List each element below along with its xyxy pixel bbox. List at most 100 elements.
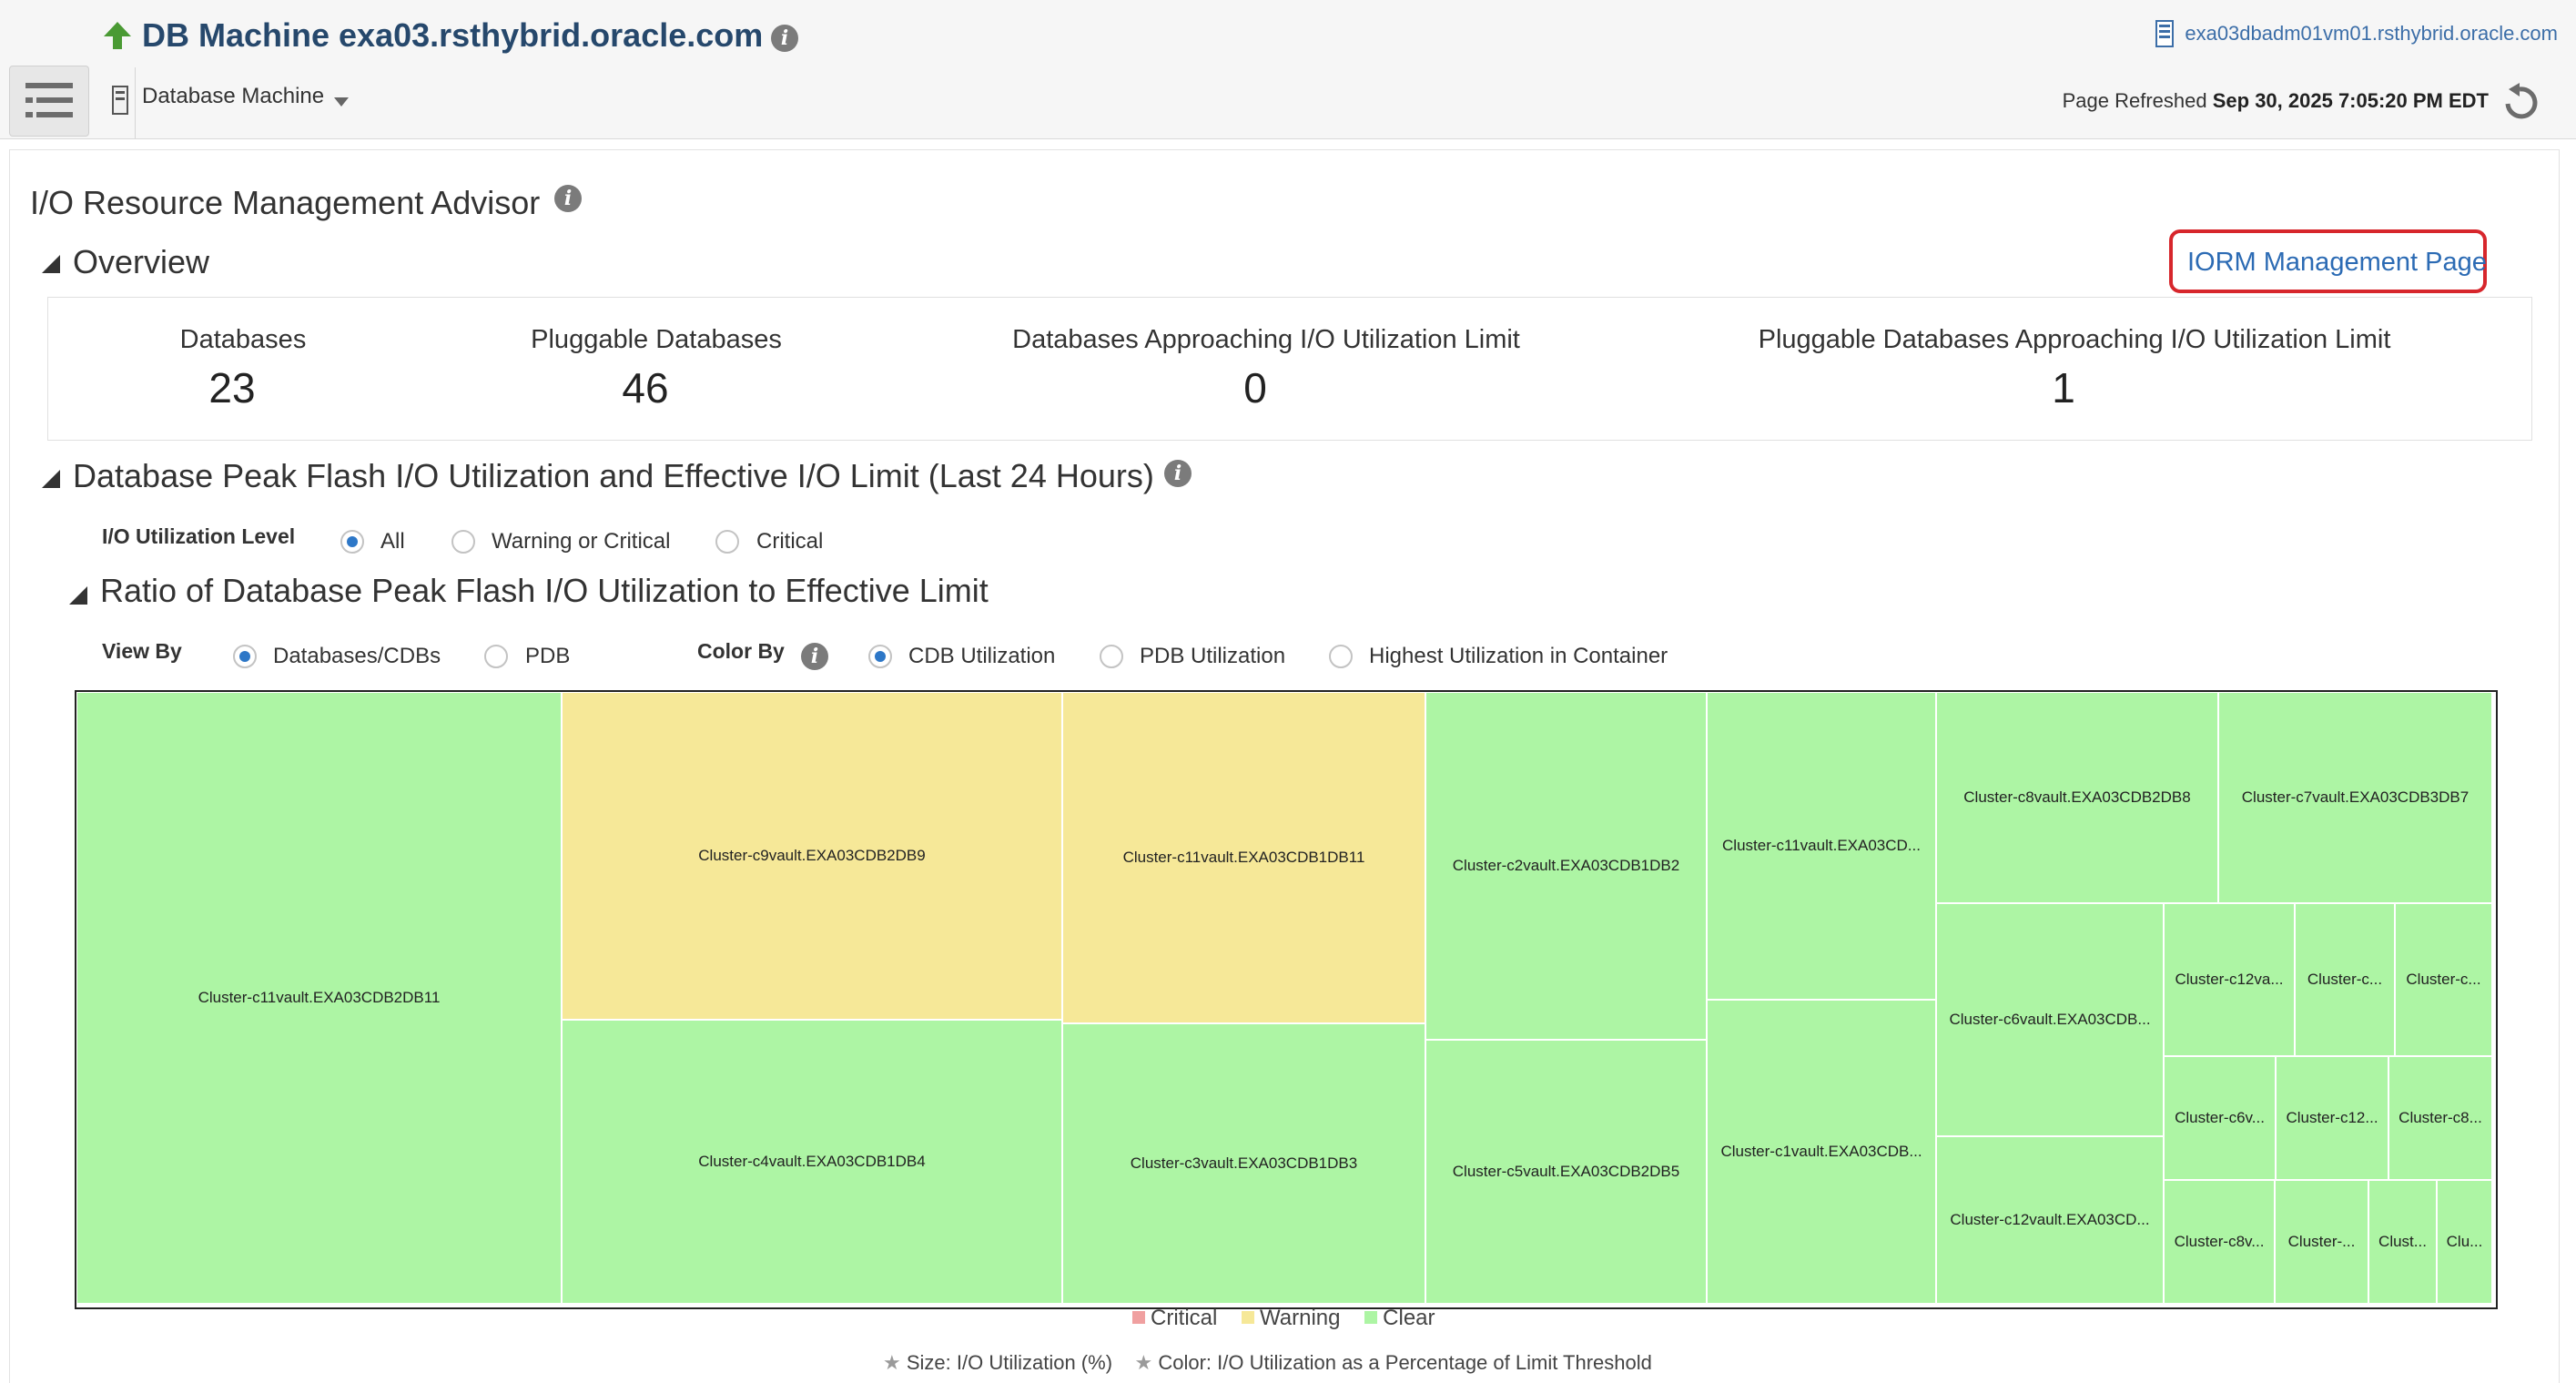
page-refreshed-status: Page Refreshed Sep 30, 2025 7:05:20 PM E… <box>2063 89 2489 113</box>
stat-value-databases: 23 <box>208 364 256 412</box>
treemap-cell[interactable]: Cluster-c12... <box>2276 1056 2388 1180</box>
legend-item-warning: Warning <box>1242 1306 1341 1330</box>
treemap-cell-label: Cluster-c6vault.EXA03CDB... <box>1949 1011 2151 1028</box>
treemap-cell[interactable]: Cluster-c11vault.EXA03CD... <box>1707 692 1936 1000</box>
overview-heading[interactable]: Overview <box>73 243 209 281</box>
stat-label-databases-approaching: Databases Approaching I/O Utilization Li… <box>1012 325 1520 354</box>
treemap-cell-label: Cluster-c11vault.EXA03CDB1DB11 <box>1122 849 1365 866</box>
iorm-management-link[interactable]: IORM Management Page <box>2169 229 2487 293</box>
treemap-cell-label: Cluster-c12va... <box>2175 971 2284 988</box>
color-by-label: Color By <box>697 639 785 663</box>
treemap-cell[interactable]: Cluster-... <box>2275 1180 2368 1304</box>
radio-level-warning-or-critical[interactable] <box>451 530 475 554</box>
treemap-cell-label: Cluster-... <box>2287 1233 2356 1250</box>
treemap-cell-label: Cluster-c11vault.EXA03CDB2DB11 <box>198 989 441 1006</box>
treemap-cell-label: Cluster-c8v... <box>2174 1233 2265 1250</box>
ratio-section-collapse-icon[interactable] <box>69 586 87 605</box>
radio-level-all[interactable] <box>340 530 364 554</box>
treemap-cell-label: Clust... <box>2378 1233 2427 1250</box>
treemap-cell[interactable]: Cluster-c2vault.EXA03CDB1DB2 <box>1425 692 1707 1040</box>
server-icon <box>112 86 128 115</box>
treemap-cell[interactable]: Cluster-c5vault.EXA03CDB2DB5 <box>1425 1040 1707 1304</box>
treemap-cell[interactable]: Cluster-c1vault.EXA03CDB... <box>1707 1000 1936 1304</box>
treemap-cell-label: Cluster-c9vault.EXA03CDB2DB9 <box>698 847 926 864</box>
radio-view-databases-cdbs[interactable] <box>233 645 257 668</box>
stat-label-pdbs-approaching: Pluggable Databases Approaching I/O Util… <box>1758 325 2391 354</box>
treemap-cell[interactable]: Cluster-c12va... <box>2164 903 2295 1056</box>
treemap-cell[interactable]: Cluster-c7vault.EXA03CDB3DB7 <box>2218 692 2492 903</box>
chevron-down-icon <box>334 97 349 107</box>
radio-level-critical-label[interactable]: Critical <box>756 529 823 554</box>
stat-label-databases: Databases <box>179 325 307 354</box>
legend-swatch-clear <box>1364 1311 1378 1324</box>
radio-color-pdb-utilization[interactable] <box>1100 645 1123 668</box>
treemap-cell[interactable]: Cluster-c8vault.EXA03CDB2DB8 <box>1936 692 2218 903</box>
treemap-cell[interactable]: Cluster-c... <box>2295 903 2395 1056</box>
view-by-label: View By <box>102 639 182 663</box>
info-icon[interactable]: i <box>771 25 798 52</box>
legend-item-critical: Critical <box>1132 1306 1217 1330</box>
server-icon <box>2155 20 2174 47</box>
stat-label-pluggable-databases: Pluggable Databases <box>531 325 782 354</box>
overview-collapse-icon[interactable] <box>42 255 60 273</box>
stat-value-pdbs-approaching: 1 <box>2052 364 2075 412</box>
status-up-icon <box>104 22 131 49</box>
refresh-icon[interactable] <box>2500 82 2545 122</box>
treemap-cell[interactable]: Cluster-c8v... <box>2164 1180 2275 1304</box>
stat-value-pluggable-databases: 46 <box>622 364 669 412</box>
radio-level-warning-or-critical-label[interactable]: Warning or Critical <box>492 529 671 554</box>
treemap-cell[interactable]: Clust... <box>2368 1180 2437 1304</box>
radio-color-cdb-utilization[interactable] <box>868 645 892 668</box>
radio-view-pdb[interactable] <box>484 645 508 668</box>
navigation-toggle-button[interactable] <box>9 66 89 137</box>
info-icon[interactable]: i <box>554 185 582 212</box>
info-icon[interactable]: i <box>1164 460 1192 487</box>
legend-label-critical: Critical <box>1151 1306 1218 1330</box>
radio-color-highest-utilization[interactable] <box>1329 645 1353 668</box>
peak-section-heading[interactable]: Database Peak Flash I/O Utilization and … <box>73 457 1154 495</box>
treemap-cell[interactable]: Cluster-c6vault.EXA03CDB... <box>1936 903 2164 1136</box>
radio-view-databases-cdbs-label[interactable]: Databases/CDBs <box>273 644 441 669</box>
star-icon: ★ <box>1134 1351 1153 1374</box>
host-link[interactable]: exa03dbadm01vm01.rsthybrid.oracle.com <box>2185 22 2558 46</box>
radio-color-highest-utilization-label[interactable]: Highest Utilization in Container <box>1369 644 1668 669</box>
treemap-cell-label: Cluster-c8... <box>2399 1109 2482 1126</box>
treemap-cell[interactable]: Cluster-c9vault.EXA03CDB2DB9 <box>562 692 1062 1020</box>
peak-section-collapse-icon[interactable] <box>42 470 60 488</box>
io-utilization-level-label: I/O Utilization Level <box>102 524 296 548</box>
treemap-cell[interactable]: Cluster-c4vault.EXA03CDB1DB4 <box>562 1020 1062 1304</box>
radio-view-pdb-label[interactable]: PDB <box>525 644 570 669</box>
treemap-cell-label: Cluster-c... <box>2406 971 2481 988</box>
refresh-time: Sep 30, 2025 7:05:20 PM EDT <box>2212 89 2489 112</box>
treemap-cell-label: Clu... <box>2446 1233 2483 1250</box>
treemap-legend: Critical Warning Clear <box>1132 1306 1454 1337</box>
treemap-cell[interactable]: Cluster-c8... <box>2388 1056 2492 1180</box>
treemap-cell-label: Cluster-c... <box>2307 971 2383 988</box>
info-icon[interactable]: i <box>801 643 828 670</box>
treemap-cell[interactable]: Cluster-c6v... <box>2164 1056 2276 1180</box>
treemap-cell-label: Cluster-c11vault.EXA03CD... <box>1722 837 1921 854</box>
treemap-cell[interactable]: Cluster-c3vault.EXA03CDB1DB3 <box>1062 1023 1425 1304</box>
treemap-cell-label: Cluster-c8vault.EXA03CDB2DB8 <box>1963 788 2191 806</box>
treemap-chart: Cluster-c11vault.EXA03CDB2DB11 Cluster-c… <box>75 690 2498 1309</box>
legend-swatch-critical <box>1132 1311 1145 1324</box>
treemap-cell-label: Cluster-c4vault.EXA03CDB1DB4 <box>698 1153 926 1170</box>
target-menu-label: Database Machine <box>142 84 325 108</box>
legend-item-clear: Clear <box>1364 1306 1435 1330</box>
radio-level-all-label[interactable]: All <box>380 529 405 554</box>
legend-label-warning: Warning <box>1260 1306 1341 1330</box>
radio-color-pdb-utilization-label[interactable]: PDB Utilization <box>1140 644 1285 669</box>
target-menu-database-machine[interactable]: Database Machine <box>98 67 349 138</box>
treemap-cell[interactable]: Cluster-c11vault.EXA03CDB1DB11 <box>1062 692 1425 1023</box>
treemap-cell-label: Cluster-c3vault.EXA03CDB1DB3 <box>1130 1154 1358 1172</box>
treemap-cell-label: Cluster-c5vault.EXA03CDB2DB5 <box>1452 1163 1680 1180</box>
treemap-cell[interactable]: Cluster-c11vault.EXA03CDB2DB11 <box>76 692 562 1304</box>
radio-color-cdb-utilization-label[interactable]: CDB Utilization <box>908 644 1055 669</box>
treemap-cell-label: Cluster-c6v... <box>2175 1109 2265 1126</box>
stat-value-databases-approaching: 0 <box>1243 364 1267 412</box>
radio-level-critical[interactable] <box>715 530 739 554</box>
treemap-cell[interactable]: Cluster-c... <box>2395 903 2492 1056</box>
ratio-section-heading[interactable]: Ratio of Database Peak Flash I/O Utiliza… <box>100 572 989 610</box>
treemap-cell[interactable]: Cluster-c12vault.EXA03CD... <box>1936 1136 2164 1304</box>
treemap-cell[interactable]: Clu... <box>2437 1180 2492 1304</box>
